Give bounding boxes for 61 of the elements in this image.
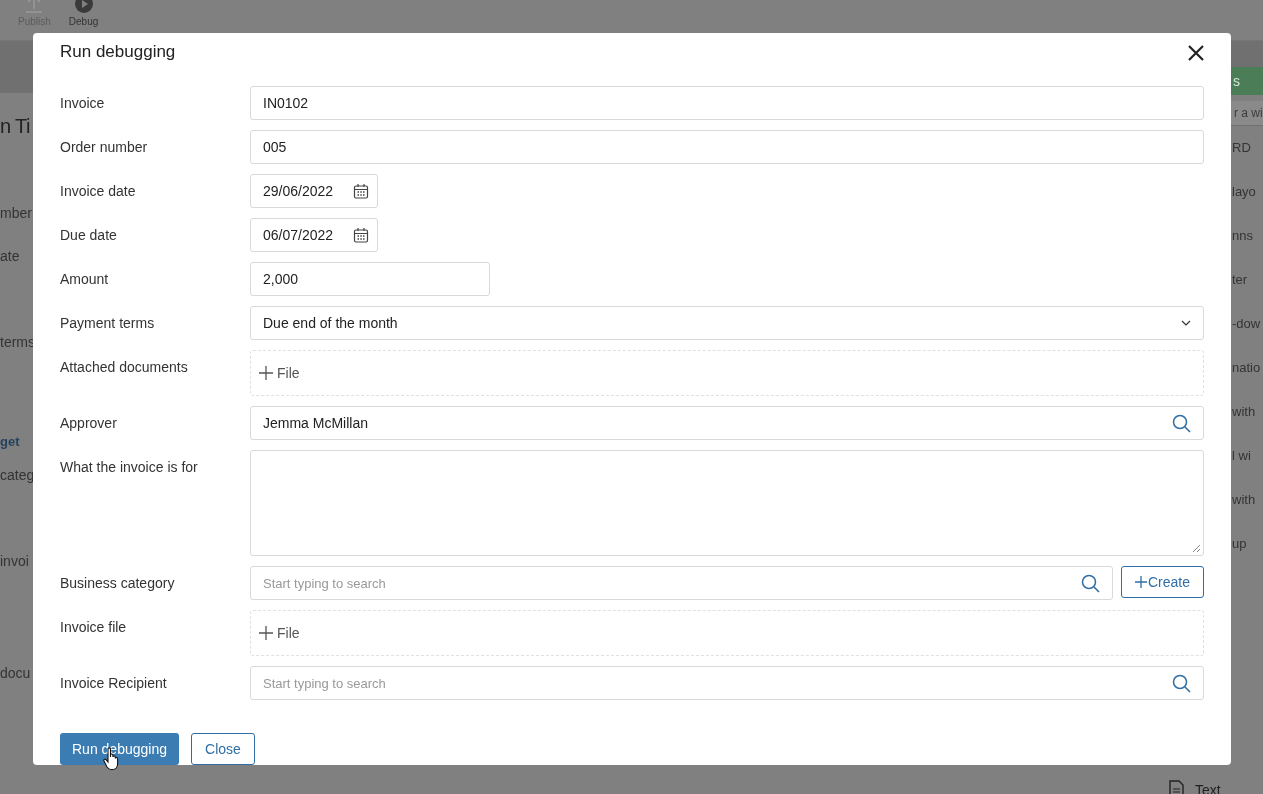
plus-icon [1135,576,1147,588]
field-label: categ [0,467,36,483]
field-label: invoi [0,553,30,569]
dropdown[interactable]: Due end of the month [250,306,1204,340]
input-field[interactable]: 2,000 [250,262,490,296]
widget-item[interactable]: ter [1232,258,1263,302]
field-label: Due date [60,226,118,245]
search-icon [1081,573,1100,593]
add-file-button[interactable]: File [259,625,300,641]
input-field[interactable]: IN0102 [250,86,1204,120]
widget-item[interactable]: with [1232,390,1263,434]
field-label: Invoice date [60,182,137,201]
widget-item[interactable]: nns [1232,214,1263,258]
upload-icon [24,0,45,14]
action-button[interactable]: s [1229,67,1263,95]
widget-item[interactable]: -dow [1232,302,1263,346]
widget-item[interactable]: natio [1232,346,1263,390]
field-label: Order number [60,138,149,157]
field-label: Invoice Recipient [60,674,168,693]
plus-icon [259,626,273,640]
search-icon [1172,413,1191,433]
field-label: Payment terms [60,314,156,333]
calendar-icon [353,227,369,243]
field-label: mber [0,205,33,221]
plus-icon [259,366,273,380]
field-label: Attached documents [60,358,189,377]
toolbar-button[interactable]: Debug [62,0,105,40]
field-label: Business category [60,574,176,593]
resize-handle-icon [1192,544,1201,553]
calendar-icon [353,183,369,199]
widget-item[interactable]: RD [1232,126,1263,170]
run-debugging-button[interactable]: Run debugging [60,733,179,765]
search-field[interactable]: Jemma McMillan [250,406,1204,440]
widget-item[interactable]: up [1232,522,1263,566]
widget-item[interactable]: l wi [1232,434,1263,478]
dialog-title: Run debugging [60,42,176,62]
field-label: Invoice file [60,618,128,637]
date-field[interactable]: 29/06/2022 [250,174,378,208]
field-label: docu [0,665,32,681]
widget-item[interactable]: layo [1232,170,1263,214]
add-file-button[interactable]: File [259,365,300,381]
field-label: Invoice [60,94,106,113]
page-heading: n Ti [0,115,31,138]
search-field[interactable]: Start typing to search [250,666,1204,700]
search-field[interactable]: Start typing to search [250,566,1113,600]
document-icon [1167,780,1185,794]
close-button[interactable]: Close [191,733,255,765]
file-drop-zone[interactable]: File [250,350,1204,396]
chevron-down-icon [1181,320,1191,326]
date-field[interactable]: 06/07/2022 [250,218,378,252]
search-field[interactable]: r a wi [1229,101,1263,126]
field-label: ate [0,248,21,264]
close-button[interactable] [1187,44,1205,62]
create-button[interactable]: Create [1121,566,1204,598]
search-icon [1172,673,1191,693]
field-label: Amount [60,270,110,289]
input-field[interactable]: 005 [250,130,1204,164]
file-drop-zone[interactable]: File [250,610,1204,656]
field-label: Approver [60,414,118,433]
widget-item[interactable]: with [1232,478,1263,522]
field-label: What the invoice is for [60,458,199,477]
